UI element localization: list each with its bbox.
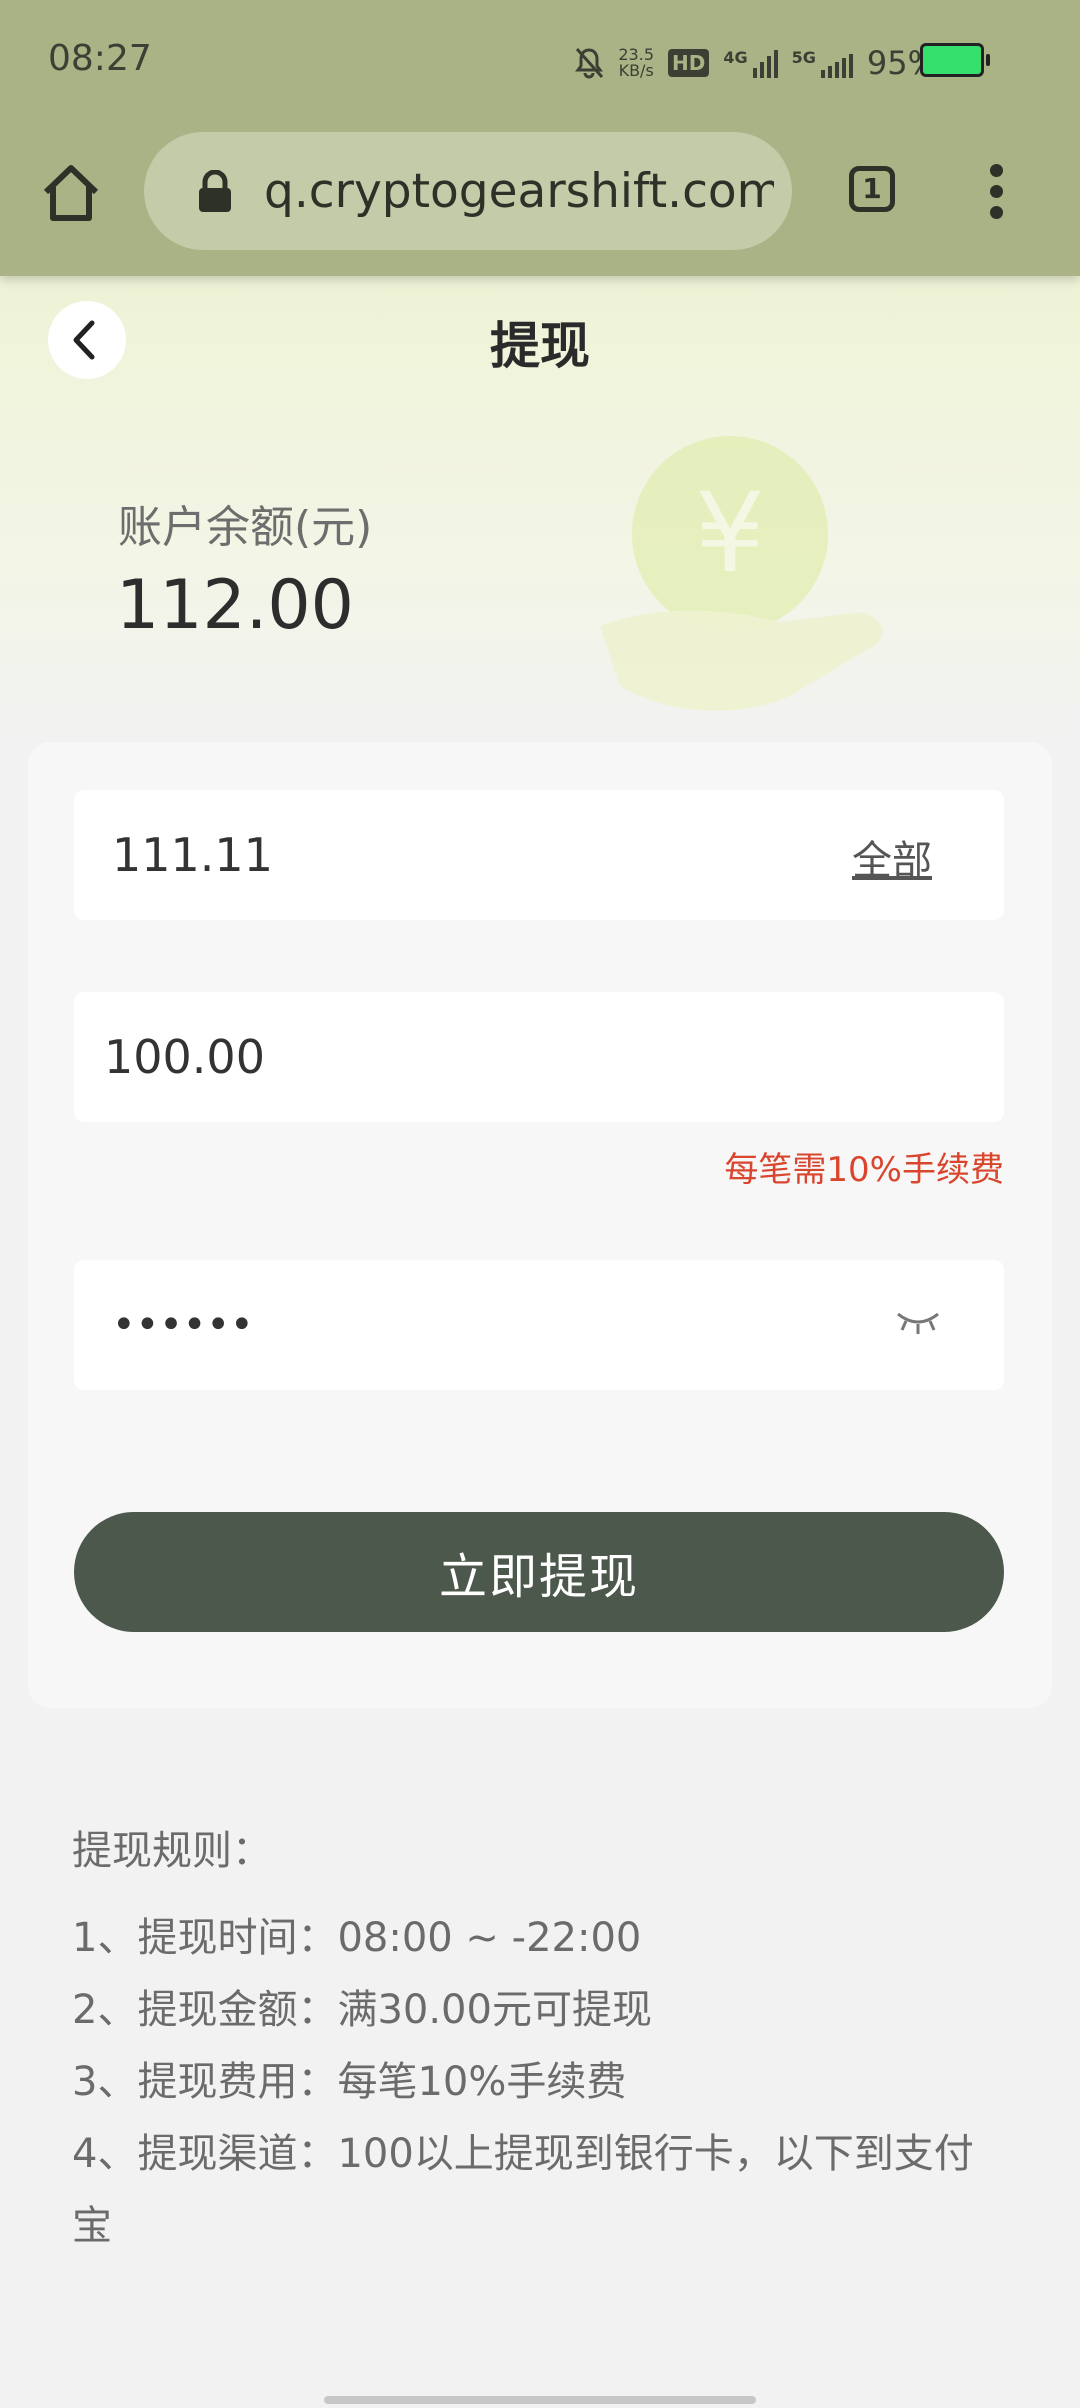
bell-off-icon — [575, 48, 604, 79]
page-title: 提现 — [490, 317, 590, 375]
svg-text:¥: ¥ — [695, 469, 765, 597]
withdraw-amount-input[interactable] — [104, 992, 804, 1122]
lock-icon — [199, 170, 231, 212]
coin-hand-illustration: ¥ — [600, 436, 883, 711]
withdraw-rules: 提现规则： 1、提现时间：08:00 ~ -22:00 2、提现金额：满30.0… — [72, 1818, 1012, 2262]
tabs-icon[interactable]: 1 — [849, 166, 895, 212]
signal-4g-icon: 4G — [723, 48, 778, 78]
home-icon[interactable] — [38, 160, 104, 226]
withdraw-form-card: 全部 每笔需10%手续费 立即提现 — [28, 742, 1052, 1708]
withdraw-amount-field[interactable] — [74, 992, 1004, 1122]
battery-icon — [920, 43, 990, 77]
rule-item: 4、提现渠道：100以上提现到银行卡，以下到支付宝 — [72, 2131, 974, 2249]
rule-item: 1、提现时间：08:00 ~ -22:00 — [72, 1915, 642, 1961]
available-amount-input[interactable] — [112, 790, 812, 920]
balance-header: 提现 ¥ 账户余额(元) 112.00 — [0, 276, 1080, 746]
withdraw-all-link[interactable]: 全部 — [852, 828, 932, 886]
rule-item: 2、提现金额：满30.00元可提现 — [72, 1987, 652, 2033]
url-text: q.cryptogearshift.com — [264, 164, 774, 219]
withdraw-submit-button[interactable]: 立即提现 — [74, 1512, 1004, 1632]
fee-hint: 每笔需10%手续费 — [724, 1150, 1004, 1190]
hd-badge: HD — [668, 49, 710, 77]
net-speed: 23.5 KB/s — [618, 45, 654, 80]
password-input[interactable] — [112, 1260, 812, 1390]
browser-chrome: 08:27 23.5 KB/s HD 4G 5G 95% q.cryptogea… — [0, 0, 1080, 276]
rule-item: 3、提现费用：每笔10%手续费 — [72, 2059, 627, 2105]
balance-value: 112.00 — [116, 566, 354, 645]
rules-title: 提现规则： — [72, 1828, 272, 1874]
home-indicator[interactable] — [324, 2396, 756, 2404]
balance-label: 账户余额(元) — [118, 502, 373, 553]
status-time: 08:27 — [48, 38, 152, 79]
available-amount-field[interactable]: 全部 — [74, 790, 1004, 920]
address-bar[interactable]: q.cryptogearshift.com — [144, 132, 792, 250]
password-field[interactable] — [74, 1260, 1004, 1390]
status-icons: 23.5 KB/s HD 4G 5G 95% — [574, 40, 938, 86]
signal-5g-icon: 5G — [792, 48, 853, 78]
more-vert-icon[interactable] — [982, 164, 1010, 220]
eye-closed-icon[interactable] — [894, 1306, 942, 1338]
